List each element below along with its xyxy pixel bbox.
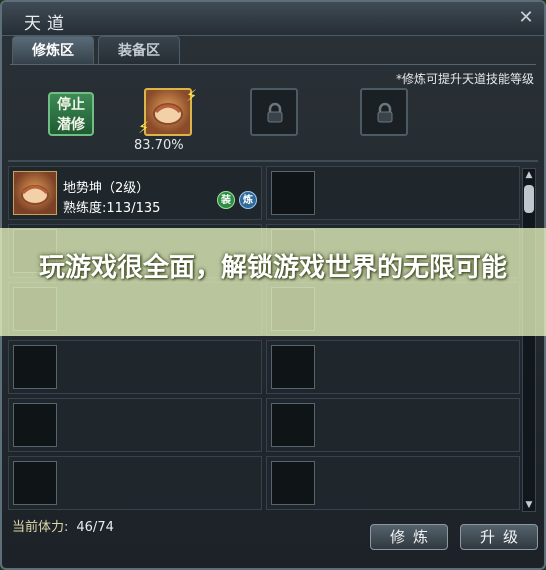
title-bar[interactable]: 天道 ✕ bbox=[2, 2, 544, 36]
stamina-value: 46/74 bbox=[76, 520, 114, 535]
lock-icon bbox=[377, 102, 393, 123]
section-divider bbox=[8, 160, 538, 162]
empty-skill-cell[interactable] bbox=[8, 340, 262, 394]
stamina-label: 当前体力: bbox=[12, 520, 69, 535]
skill-name: 地势坤（2级） bbox=[63, 181, 150, 196]
tab-divider bbox=[10, 64, 536, 65]
skill-progress-percent: 83.70% bbox=[134, 138, 184, 153]
locked-slot bbox=[360, 88, 408, 136]
empty-skill-cell[interactable] bbox=[266, 456, 520, 510]
locked-slot bbox=[250, 88, 298, 136]
stop-button-line2: 潜修 bbox=[57, 117, 85, 133]
skill-cell[interactable]: 地势坤（2级） 熟练度:113/135 装 炼 bbox=[8, 166, 262, 220]
practice-badge[interactable]: 炼 bbox=[239, 191, 257, 209]
empty-slot bbox=[13, 345, 57, 389]
practice-hint: *修炼可提升天道技能等级 bbox=[395, 72, 534, 86]
skill-list-scrollbar[interactable]: ▲ ▼ bbox=[522, 168, 536, 512]
lock-icon bbox=[267, 102, 283, 123]
scroll-thumb[interactable] bbox=[524, 185, 534, 213]
stamina-display: 当前体力: 46/74 bbox=[12, 516, 114, 535]
skill-proficiency: 熟练度:113/135 bbox=[63, 201, 161, 216]
fist-skill-icon bbox=[153, 103, 183, 125]
tab-practice-area[interactable]: 修炼区 bbox=[12, 36, 94, 64]
window-title: 天道 bbox=[24, 14, 70, 34]
spark-icon: ⚡ bbox=[138, 118, 150, 137]
spark-icon: ⚡ bbox=[186, 86, 198, 105]
empty-skill-cell[interactable] bbox=[8, 456, 262, 510]
empty-slot bbox=[271, 171, 315, 215]
tab-equipment-area[interactable]: 装备区 bbox=[98, 36, 180, 64]
caption-text: 玩游戏很全面，解锁游戏世界的无限可能 bbox=[38, 253, 507, 283]
scroll-up-icon[interactable]: ▲ bbox=[523, 169, 535, 181]
scroll-down-icon[interactable]: ▼ bbox=[523, 499, 535, 511]
upgrade-button[interactable]: 升级 bbox=[460, 524, 538, 550]
close-icon[interactable]: ✕ bbox=[516, 8, 536, 28]
empty-slot bbox=[13, 403, 57, 447]
empty-slot bbox=[271, 345, 315, 389]
empty-skill-cell[interactable] bbox=[266, 398, 520, 452]
stop-button-line1: 停止 bbox=[57, 97, 85, 113]
empty-slot bbox=[13, 461, 57, 505]
skill-grid: 地势坤（2级） 熟练度:113/135 装 炼 bbox=[8, 166, 522, 512]
empty-skill-cell[interactable] bbox=[266, 166, 520, 220]
empty-skill-cell[interactable] bbox=[266, 340, 520, 394]
empty-slot bbox=[271, 461, 315, 505]
fist-skill-icon bbox=[13, 171, 57, 215]
equip-badge[interactable]: 装 bbox=[217, 191, 235, 209]
stop-practice-button[interactable]: 停止 潜修 bbox=[48, 92, 94, 136]
active-skill-slot[interactable] bbox=[144, 88, 192, 136]
practice-button[interactable]: 修炼 bbox=[370, 524, 448, 550]
empty-skill-cell[interactable] bbox=[8, 398, 262, 452]
empty-slot bbox=[271, 403, 315, 447]
